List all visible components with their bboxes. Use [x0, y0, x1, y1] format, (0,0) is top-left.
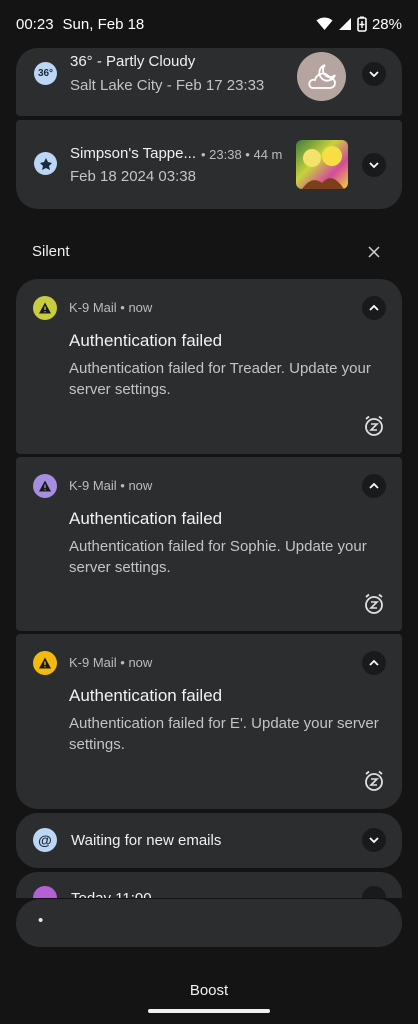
podcast-artwork: [296, 140, 348, 189]
status-time: 00:23: [16, 15, 54, 33]
app-name-time: K-9 Mail • now: [69, 655, 153, 670]
podcast-title: Simpson's Tappe...: [70, 145, 196, 162]
chevron-up-icon[interactable]: [362, 296, 386, 320]
close-icon[interactable]: [364, 242, 384, 262]
warning-icon: [33, 474, 57, 498]
status-date: Sun, Feb 18: [62, 15, 145, 33]
podcast-app-icon: [34, 152, 57, 175]
cell-signal-icon: [338, 18, 351, 30]
status-icons: 28%: [316, 16, 402, 33]
weather-notification[interactable]: 36° 36° - Partly Cloudy Salt Lake City -…: [16, 48, 402, 116]
boost-label[interactable]: Boost: [0, 982, 418, 999]
app-name-time: K-9 Mail • now: [69, 478, 153, 493]
notification-title: Authentication failed: [69, 509, 223, 528]
reply-input[interactable]: •: [16, 899, 402, 947]
podcast-meta: • 23:38 • 44 m: [201, 147, 283, 162]
navigation-handle[interactable]: [148, 1009, 270, 1013]
warning-icon: [33, 651, 57, 675]
snooze-icon[interactable]: [362, 592, 386, 616]
chevron-down-icon[interactable]: [362, 886, 386, 898]
chevron-up-icon[interactable]: [362, 651, 386, 675]
waiting-label: Waiting for new emails: [71, 832, 222, 849]
app-icon: [33, 886, 57, 898]
weather-title: 36° - Partly Cloudy: [70, 53, 196, 70]
k9-notification[interactable]: K-9 Mail • now Authentication failed Aut…: [16, 279, 402, 454]
chevron-down-icon[interactable]: [362, 153, 386, 177]
notification-title: Authentication failed: [69, 686, 223, 705]
snooze-icon[interactable]: [362, 414, 386, 438]
app-name-time: K-9 Mail • now: [69, 300, 153, 315]
podcast-subtitle: Feb 18 2024 03:38: [70, 168, 196, 185]
weather-badge-icon: 36°: [34, 62, 57, 85]
chevron-down-icon[interactable]: [362, 828, 386, 852]
podcast-notification[interactable]: Simpson's Tappe... • 23:38 • 44 m Feb 18…: [16, 120, 402, 209]
partly-cloudy-icon: [297, 52, 346, 101]
at-sign-icon: @: [33, 828, 57, 852]
input-value: •: [38, 912, 44, 929]
weather-subtitle: Salt Lake City - Feb 17 23:33: [70, 77, 265, 94]
waiting-notification[interactable]: @ Waiting for new emails: [16, 813, 402, 868]
section-header-silent: Silent: [32, 243, 70, 260]
wifi-icon: [316, 17, 333, 30]
partial-notification[interactable]: Today 11:00: [16, 872, 402, 898]
notification-body: Authentication failed for E'. Update you…: [69, 715, 379, 753]
notification-body: Authentication failed for Sophie. Update…: [69, 538, 367, 576]
battery-percent: 28%: [371, 15, 402, 33]
warning-icon: [33, 296, 57, 320]
k9-notification[interactable]: K-9 Mail • now Authentication failed Aut…: [16, 634, 402, 809]
snooze-icon[interactable]: [362, 769, 386, 793]
battery-saver-icon: [357, 16, 367, 32]
chevron-down-icon[interactable]: [362, 62, 386, 86]
notification-title: Authentication failed: [69, 331, 223, 350]
status-bar: 00:23 Sun, Feb 18 28%: [0, 0, 418, 48]
k9-notification[interactable]: K-9 Mail • now Authentication failed Aut…: [16, 457, 402, 631]
partial-label: Today 11:00: [71, 890, 152, 898]
notification-body: Authentication failed for Treader. Updat…: [69, 360, 371, 398]
chevron-up-icon[interactable]: [362, 474, 386, 498]
